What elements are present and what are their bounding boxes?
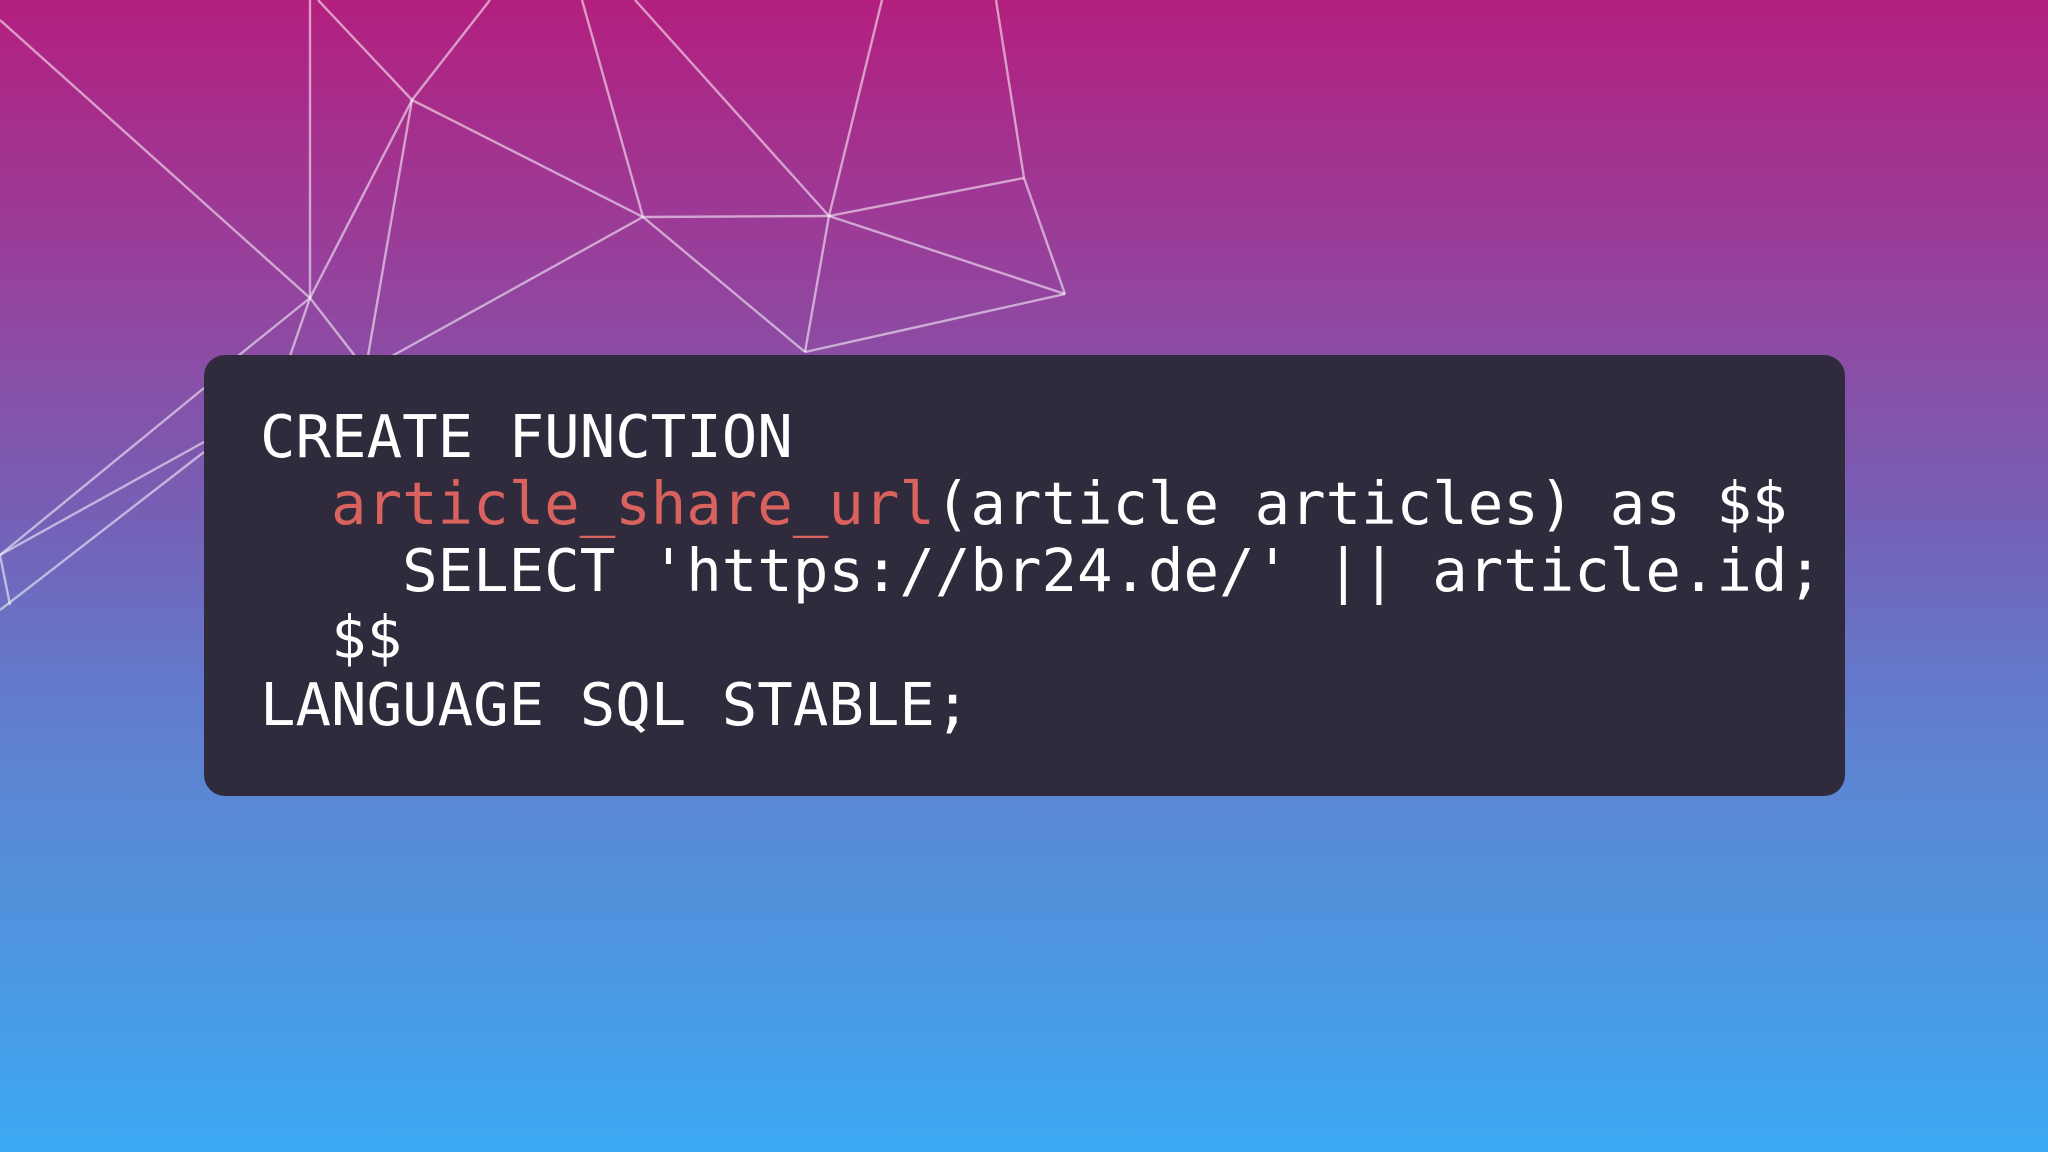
code-line-4: $$ — [260, 603, 403, 672]
code-line-5: LANGUAGE SQL STABLE; — [260, 670, 971, 739]
code-block: CREATE FUNCTION article_share_url(articl… — [204, 355, 1845, 796]
code-line-1: CREATE FUNCTION — [260, 402, 793, 471]
sql-code: CREATE FUNCTION article_share_url(articl… — [260, 403, 1823, 738]
function-name: article_share_url — [331, 469, 935, 538]
function-signature: (article articles) as $$ — [934, 469, 1788, 538]
slide-background: CREATE FUNCTION article_share_url(articl… — [0, 0, 2048, 1152]
code-line-2: article_share_url(article articles) as $… — [260, 470, 1823, 537]
code-line-3: SELECT 'https://br24.de/' || article.id; — [260, 536, 1823, 605]
